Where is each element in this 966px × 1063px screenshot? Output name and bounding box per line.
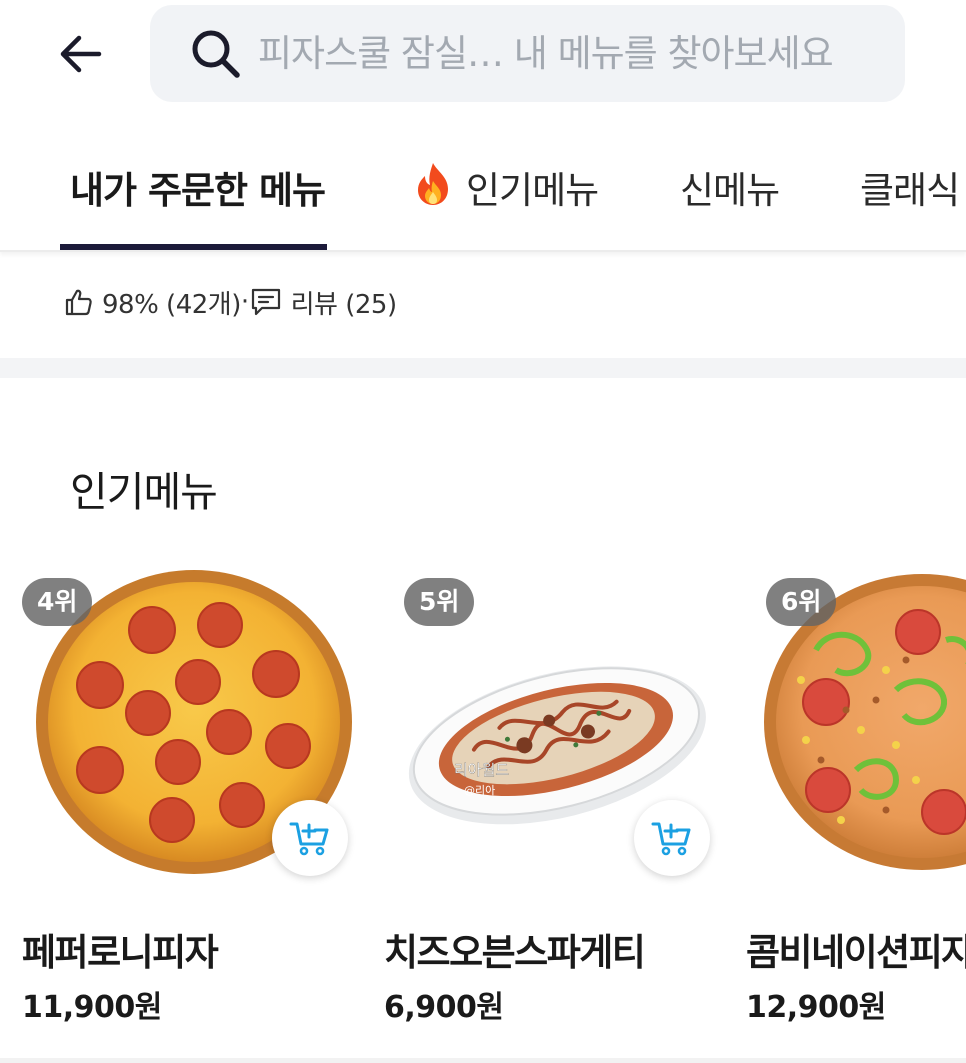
- product-name: 치즈오븐스파게티: [384, 931, 646, 974]
- thumbs-up-icon: [62, 285, 96, 319]
- back-button[interactable]: [52, 28, 108, 80]
- product-price: 6,900원: [384, 990, 504, 1025]
- tab-my-orders[interactable]: 내가 주문한 메뉴: [60, 160, 328, 250]
- comment-icon: [249, 285, 283, 319]
- header: [0, 0, 966, 110]
- watermark-text: 리아월드: [454, 761, 509, 779]
- rank-badge: 5위: [404, 578, 475, 626]
- cart-plus-icon: [651, 822, 691, 856]
- active-tab-indicator: [60, 244, 328, 250]
- tab-label: 내가 주문한 메뉴: [70, 169, 326, 212]
- section-divider: [0, 358, 966, 378]
- add-to-cart-button[interactable]: [272, 800, 348, 876]
- product-card[interactable]: 리아월드 @리아 5위 치즈오븐스파게티 6,900원: [384, 570, 724, 1040]
- cart-plus-icon: [289, 822, 329, 856]
- product-card[interactable]: 4위 페퍼로니피자 11,900원: [22, 570, 362, 1040]
- category-tabs: 내가 주문한 메뉴 인기메뉴 신메뉴 클래식: [0, 130, 966, 252]
- tab-classic[interactable]: 클래식: [860, 160, 960, 248]
- product-name: 콤비네이션피자: [746, 931, 966, 974]
- review-count: 리뷰 (25): [290, 289, 397, 320]
- tab-new[interactable]: 신메뉴: [680, 160, 780, 248]
- section-title: 인기메뉴: [70, 468, 218, 516]
- search-box[interactable]: [150, 5, 905, 102]
- tab-label: 신메뉴: [680, 169, 780, 212]
- like-rate: 98% (42개): [102, 289, 241, 320]
- arrow-left-icon: [60, 35, 102, 73]
- review-stats[interactable]: 98% (42개) · 리뷰 (25): [62, 280, 397, 324]
- rank-badge: 6위: [766, 578, 837, 626]
- rank-badge: 4위: [22, 578, 93, 626]
- product-price: 11,900원: [22, 990, 162, 1025]
- stats-separator: ·: [240, 287, 249, 317]
- search-input[interactable]: [256, 31, 860, 76]
- product-price: 12,900원: [746, 990, 886, 1025]
- watermark-subtext: @리아: [464, 784, 495, 797]
- tab-popular[interactable]: 인기메뉴: [410, 160, 599, 248]
- search-icon: [188, 26, 244, 82]
- product-name: 페퍼로니피자: [22, 931, 219, 974]
- tab-label: 클래식: [860, 169, 960, 212]
- product-card[interactable]: 6위 콤비네이션피자 12,900원: [746, 570, 966, 1040]
- bottom-divider: [0, 1058, 966, 1063]
- tab-label: 인기메뉴: [466, 169, 599, 212]
- fire-icon: [410, 161, 456, 216]
- add-to-cart-button[interactable]: [634, 800, 710, 876]
